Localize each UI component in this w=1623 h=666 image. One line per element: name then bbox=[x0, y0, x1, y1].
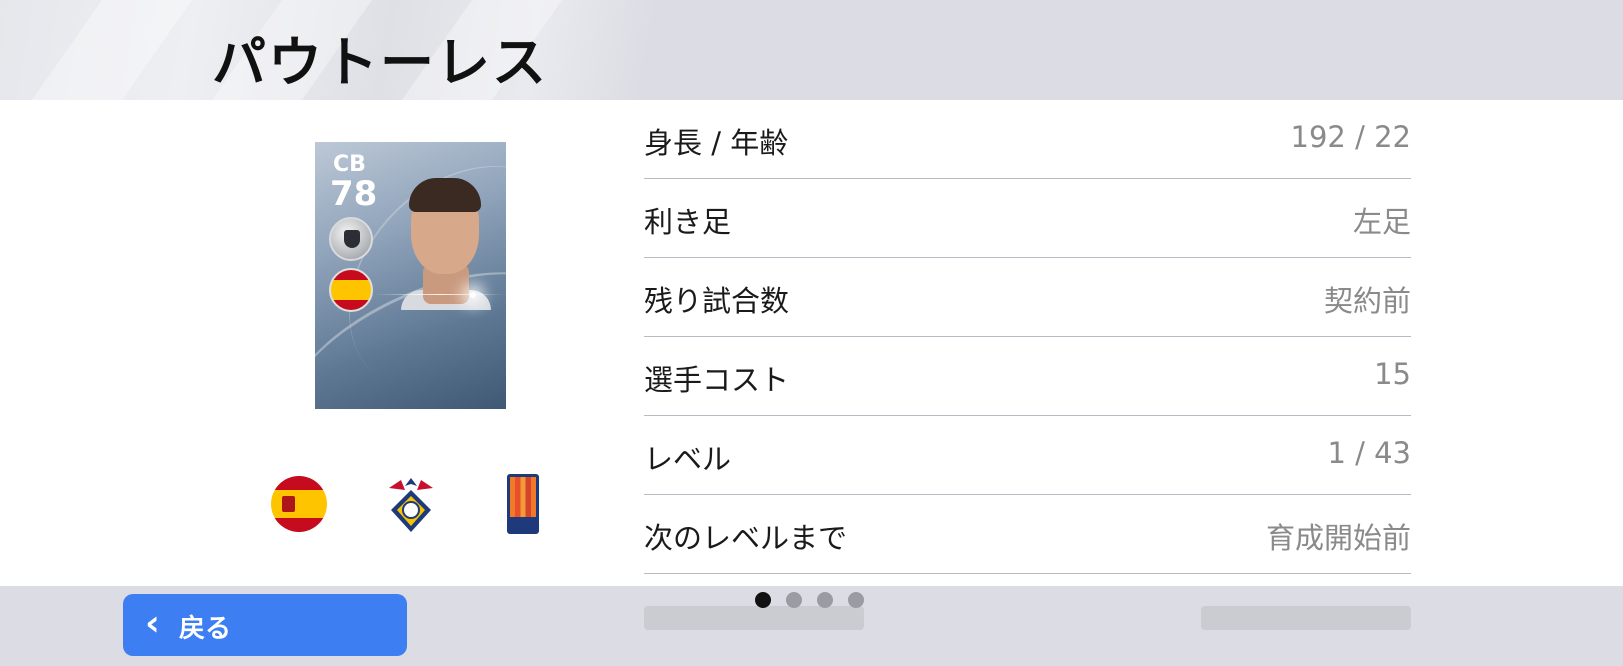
info-value: 左足 bbox=[1352, 205, 1411, 239]
info-value: 1 / 43 bbox=[1327, 436, 1411, 470]
card-shine bbox=[375, 294, 505, 295]
club-badge-icon bbox=[329, 217, 373, 261]
player-portrait bbox=[401, 172, 491, 310]
info-row-height-age: 身長 / 年齢 192 / 22 bbox=[644, 100, 1411, 179]
info-value: 15 bbox=[1374, 357, 1411, 391]
info-row-remaining-matches: 残り試合数 契約前 bbox=[644, 258, 1411, 337]
page-title: パウトーレス bbox=[212, 31, 548, 94]
back-button-label: 戻る bbox=[179, 614, 232, 644]
player-card[interactable]: CB 78 bbox=[315, 142, 506, 409]
page-dot-2[interactable] bbox=[786, 592, 802, 608]
info-value: 192 / 22 bbox=[1290, 120, 1411, 154]
info-value: 育成開始前 bbox=[1265, 521, 1411, 555]
info-row-player-cost: 選手コスト 15 bbox=[644, 337, 1411, 416]
back-button[interactable]: ‹ 戻る bbox=[123, 594, 407, 656]
chevron-left-icon: ‹ bbox=[145, 603, 160, 644]
info-label: 残り試合数 bbox=[644, 284, 790, 318]
header-decoration bbox=[3, 0, 207, 100]
page-dot-4[interactable] bbox=[848, 592, 864, 608]
info-row-foot: 利き足 左足 bbox=[644, 179, 1411, 258]
card-rating: 78 bbox=[330, 174, 378, 214]
header-bar: パウトーレス bbox=[0, 0, 1623, 100]
page-dot-1[interactable] bbox=[755, 592, 771, 608]
page-dot-3[interactable] bbox=[817, 592, 833, 608]
info-label: 身長 / 年齢 bbox=[644, 126, 789, 160]
info-label: 選手コスト bbox=[644, 363, 790, 397]
player-info-list: 身長 / 年齢 192 / 22 利き足 左足 残り試合数 契約前 選手コスト … bbox=[644, 100, 1411, 574]
spain-flag-icon[interactable] bbox=[271, 476, 327, 532]
club-crest-icon[interactable] bbox=[381, 474, 441, 534]
nation-flag-icon bbox=[329, 268, 373, 312]
info-label: 利き足 bbox=[644, 205, 732, 239]
info-label: 次のレベルまで bbox=[644, 521, 848, 555]
info-row-level: レベル 1 / 43 bbox=[644, 416, 1411, 495]
info-row-next-level: 次のレベルまで 育成開始前 bbox=[644, 495, 1411, 574]
league-badge-icon[interactable] bbox=[507, 474, 539, 534]
card-sparkle bbox=[470, 292, 476, 298]
info-label: レベル bbox=[644, 442, 732, 476]
info-value: 契約前 bbox=[1323, 284, 1411, 318]
